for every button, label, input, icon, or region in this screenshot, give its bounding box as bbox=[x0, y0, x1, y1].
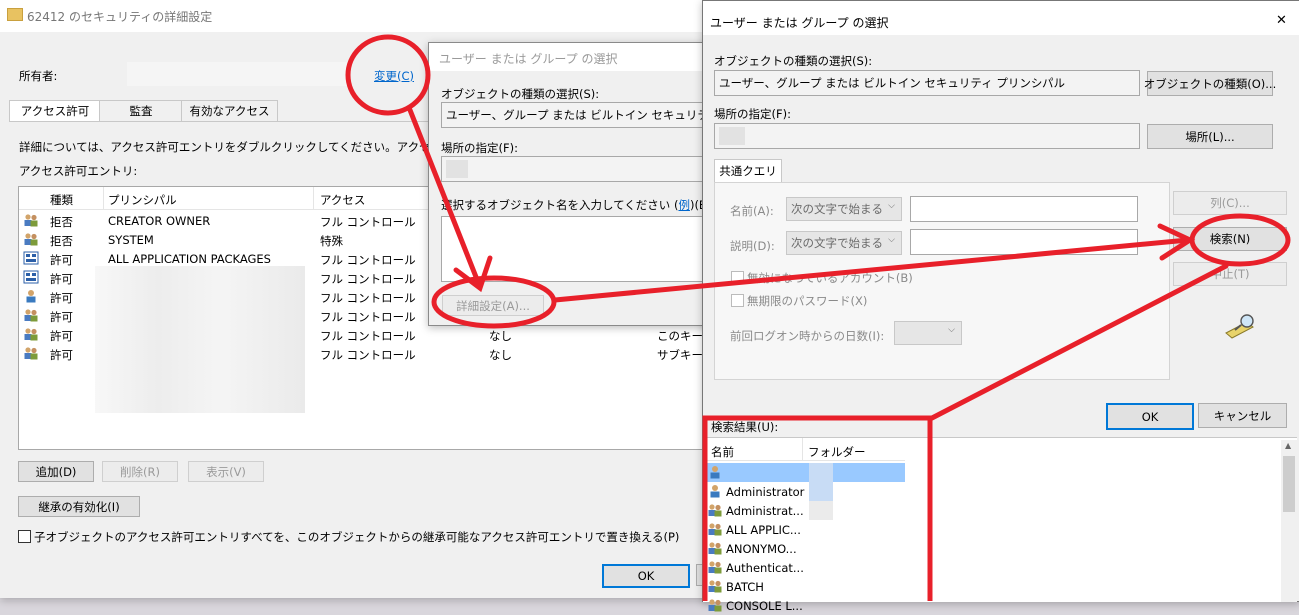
result-name: CONSOLE L... bbox=[726, 599, 803, 613]
annotation-group bbox=[345, 34, 1291, 601]
annotation-arrow-line bbox=[552, 237, 1191, 303]
annotation-circle-advanced bbox=[431, 275, 557, 329]
annotation-circle-search bbox=[1189, 213, 1291, 267]
annotation-overlay bbox=[345, 34, 1291, 601]
annotation-circle-change bbox=[345, 34, 431, 116]
annotation-arrow-line bbox=[407, 107, 481, 285]
annotation-arrow-line bbox=[929, 263, 1229, 421]
annotation-box-results bbox=[702, 415, 933, 601]
